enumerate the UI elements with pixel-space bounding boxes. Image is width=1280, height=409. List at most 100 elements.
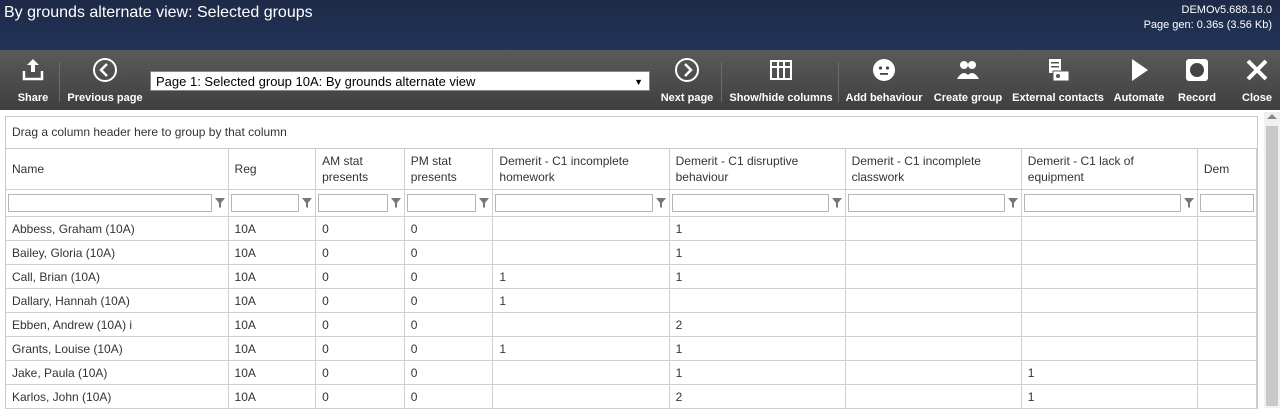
filter-input[interactable] (230, 194, 300, 212)
column-header[interactable]: Demerit - C1 lack of equipment (1021, 149, 1198, 190)
filter-icon[interactable] (655, 197, 667, 209)
close-button[interactable]: Close (1239, 50, 1275, 110)
filter-cell (1021, 189, 1198, 217)
automate-button[interactable]: Automate (1114, 50, 1164, 110)
filter-cell (845, 189, 1022, 217)
filter-icon[interactable] (1183, 197, 1195, 209)
filter-input[interactable] (318, 194, 388, 212)
table-cell: 10A (228, 216, 317, 241)
next-page-button[interactable]: Next page (661, 50, 713, 110)
table-cell (492, 360, 670, 385)
filter-input[interactable] (1199, 194, 1254, 212)
table-cell (845, 312, 1022, 337)
filter-cell (669, 189, 846, 217)
close-icon (1237, 50, 1277, 90)
share-button[interactable]: Share (13, 50, 53, 110)
vertical-scrollbar[interactable] (1264, 112, 1280, 408)
table-row[interactable]: Grants, Louise (10A) 10A 0 0 1 1 (6, 336, 1257, 361)
table-cell (845, 384, 1022, 409)
column-header[interactable]: AM stat presents (315, 149, 405, 190)
table-cell (492, 384, 670, 409)
toolbar-divider (59, 62, 60, 102)
column-header[interactable]: Reg (228, 149, 317, 190)
table-cell: 1 (1021, 360, 1198, 385)
table-cell: 0 (315, 360, 405, 385)
table-row[interactable]: Ebben, Andrew (10A) i 10A 0 0 2 (6, 312, 1257, 337)
filter-cell (492, 189, 670, 217)
dropdown-arrow-icon: ▼ (634, 77, 643, 87)
arrow-right-circle-icon (667, 50, 707, 90)
table-cell: 0 (315, 384, 405, 409)
filter-cell (228, 189, 317, 217)
table-row[interactable]: Abbess, Graham (10A) 10A 0 0 1 (6, 216, 1257, 241)
scroll-up-icon[interactable] (1267, 114, 1277, 119)
share-icon (13, 50, 53, 90)
column-header[interactable]: Demerit - C1 incomplete classwork (845, 149, 1022, 190)
table-cell: 10A (228, 360, 317, 385)
header-row: Name Reg AM stat presents PM stat presen… (6, 149, 1257, 190)
table-cell: 0 (404, 384, 494, 409)
record-button[interactable]: Record (1177, 50, 1217, 110)
column-header[interactable]: Name (6, 149, 229, 190)
columns-icon (761, 50, 801, 90)
table-row[interactable]: Dallary, Hannah (10A) 10A 0 0 1 (6, 288, 1257, 313)
add-behaviour-button[interactable]: Add behaviour (846, 50, 923, 110)
results-table: Name Reg AM stat presents PM stat presen… (6, 149, 1257, 409)
filter-icon[interactable] (1007, 197, 1019, 209)
table-cell: 0 (315, 336, 405, 361)
table-cell: 10A (228, 312, 317, 337)
filter-input[interactable] (8, 194, 212, 212)
table-row[interactable]: Jake, Paula (10A) 10A 0 0 1 1 (6, 360, 1257, 385)
filter-icon[interactable] (478, 197, 490, 209)
table-cell: Call, Brian (10A) (6, 264, 229, 289)
filter-input[interactable] (495, 194, 653, 212)
filter-input[interactable] (1023, 194, 1181, 212)
filter-cell (1197, 189, 1257, 217)
table-cell: 1 (492, 288, 670, 313)
filter-input[interactable] (847, 194, 1005, 212)
table-cell: Bailey, Gloria (10A) (6, 240, 229, 265)
table-cell: Abbess, Graham (10A) (6, 216, 229, 241)
table-cell: 0 (404, 360, 494, 385)
filter-icon[interactable] (301, 197, 313, 209)
table-cell: Dallary, Hannah (10A) (6, 288, 229, 313)
table-cell (669, 288, 846, 313)
group-by-panel[interactable]: Drag a column header here to group by th… (6, 117, 1257, 149)
filter-icon[interactable] (390, 197, 402, 209)
filter-input[interactable] (671, 194, 829, 212)
table-cell (845, 336, 1022, 361)
filter-icon[interactable] (214, 197, 226, 209)
record-icon (1177, 50, 1217, 90)
table-cell (845, 264, 1022, 289)
table-row[interactable]: Bailey, Gloria (10A) 10A 0 0 1 (6, 240, 1257, 265)
table-row[interactable]: Karlos, John (10A) 10A 0 0 2 1 (6, 384, 1257, 409)
table-row[interactable]: Call, Brian (10A) 10A 0 0 1 1 (6, 264, 1257, 289)
table-cell (1021, 312, 1198, 337)
table-cell (1021, 288, 1198, 313)
table-cell (845, 360, 1022, 385)
table-cell: Ebben, Andrew (10A) i (6, 312, 229, 337)
scrollbar-thumb[interactable] (1266, 126, 1278, 406)
create-group-button[interactable]: Create group (934, 50, 1002, 110)
table-cell (1021, 216, 1198, 241)
title-bar: By grounds alternate view: Selected grou… (0, 0, 1280, 50)
table-cell: 0 (315, 264, 405, 289)
page-select[interactable]: Page 1: Selected group 10A: By grounds a… (150, 71, 650, 91)
column-header[interactable]: Demerit - C1 incomplete homework (492, 149, 670, 190)
previous-page-button[interactable]: Previous page (67, 50, 143, 110)
table-cell (1021, 336, 1198, 361)
table-cell: 1 (669, 360, 846, 385)
column-header[interactable]: Demerit - C1 disruptive behaviour (669, 149, 846, 190)
column-header[interactable]: Dem (1197, 149, 1257, 190)
filter-icon[interactable] (831, 197, 843, 209)
version-label: DEMOv5.688.16.0 (1181, 4, 1273, 16)
external-contacts-button[interactable]: External contacts (1012, 50, 1104, 110)
column-header[interactable]: PM stat presents (404, 149, 494, 190)
table-cell (845, 240, 1022, 265)
filter-input[interactable] (406, 194, 477, 212)
table-cell (1197, 312, 1257, 337)
show-hide-columns-button[interactable]: Show/hide columns (729, 50, 833, 110)
table-cell: Karlos, John (10A) (6, 384, 229, 409)
table-cell (1021, 264, 1198, 289)
table-cell: 10A (228, 288, 317, 313)
